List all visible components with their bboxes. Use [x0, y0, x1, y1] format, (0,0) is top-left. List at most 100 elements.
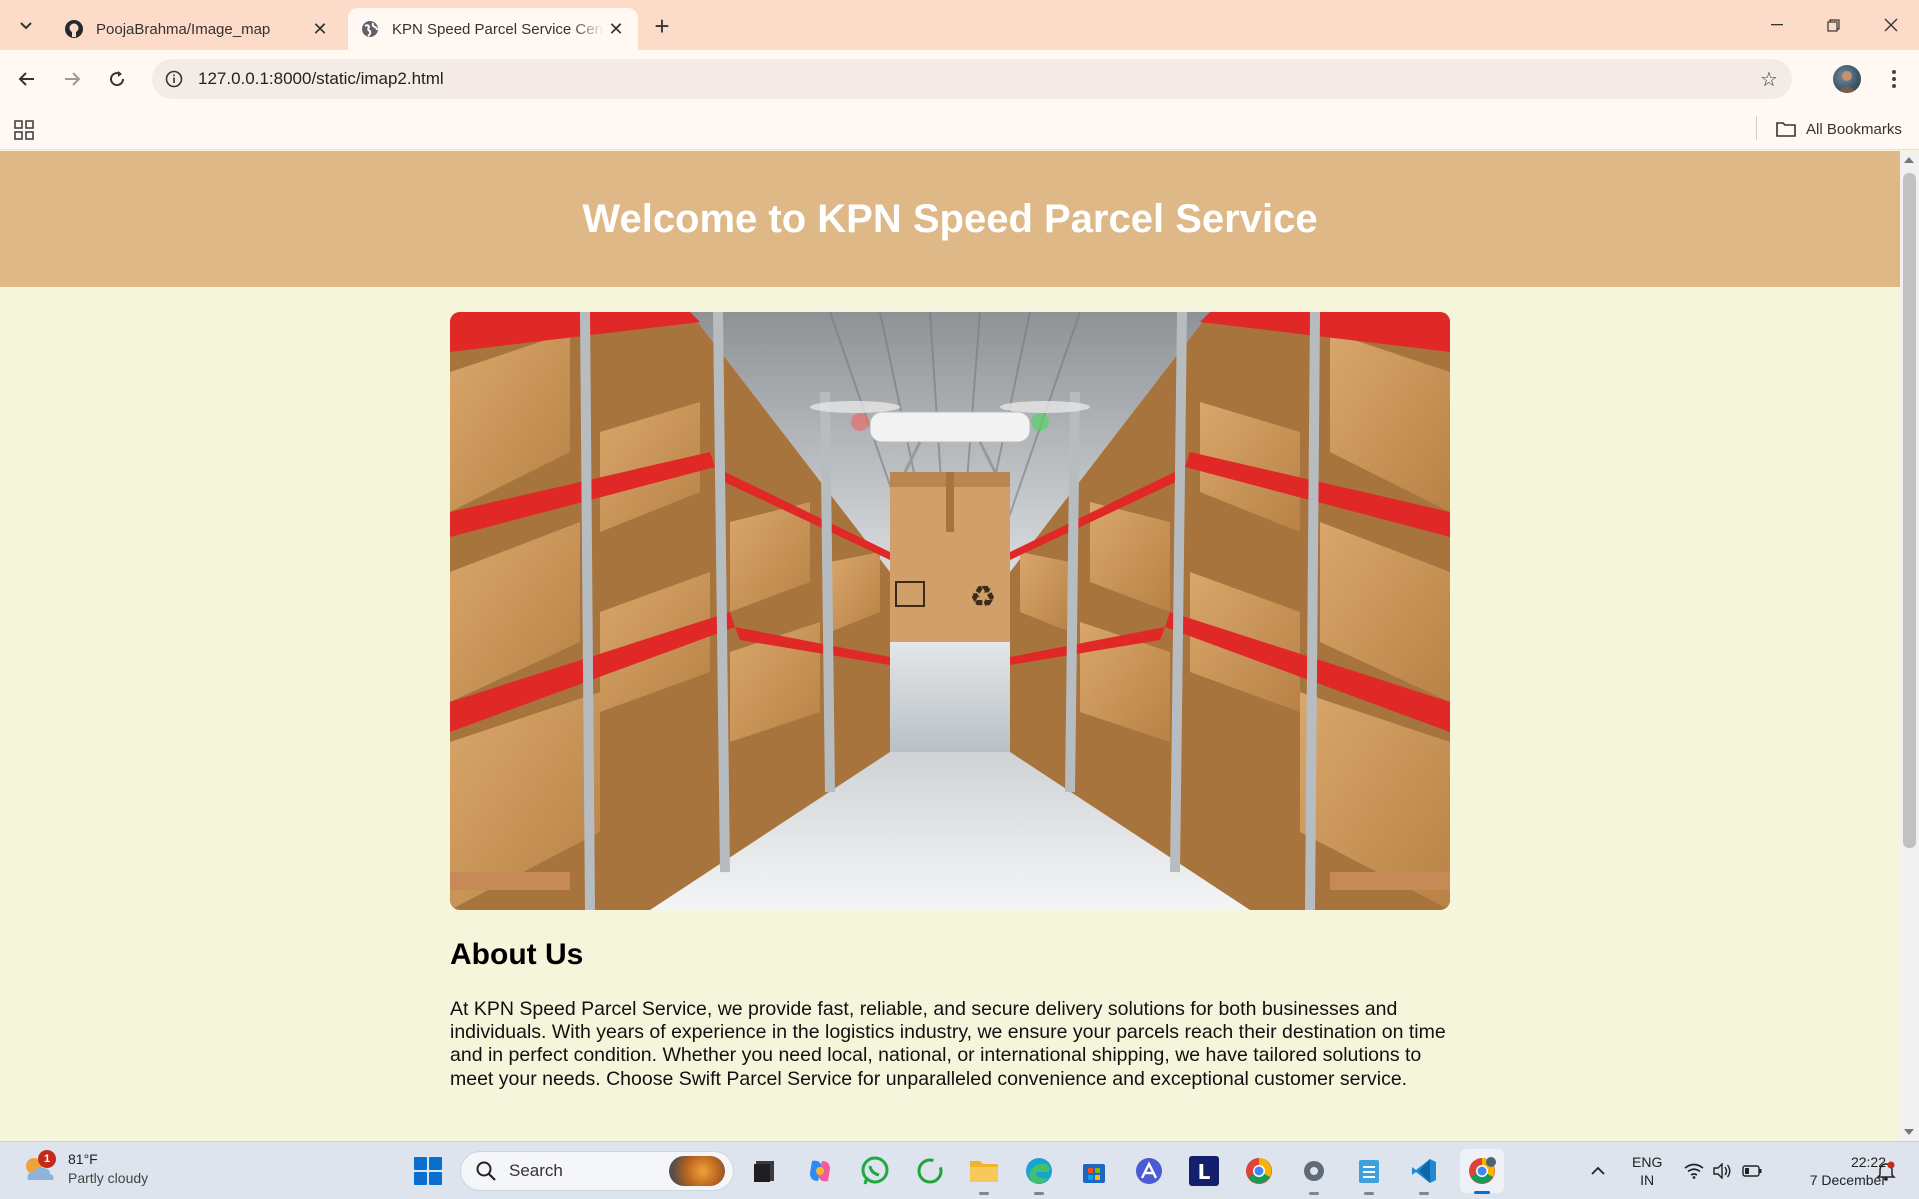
tab-kpn[interactable]: KPN Speed Parcel Service Cente ✕ [348, 8, 638, 50]
site-header: Welcome to KPN Speed Parcel Service [0, 151, 1900, 287]
chevron-up-icon [1591, 1166, 1605, 1175]
wifi-icon [1684, 1163, 1704, 1179]
clock-date: 7 December [1809, 1172, 1886, 1188]
battery-status[interactable] [1742, 1142, 1762, 1199]
tab-github[interactable]: PoojaBrahma/Image_map ✕ [52, 8, 342, 50]
about-paragraph: At KPN Speed Parcel Service, we provide … [450, 998, 1446, 1090]
browser-toolbar: 127.0.0.1:8000/static/imap2.html ☆ [0, 50, 1919, 108]
tray-overflow-button[interactable] [1590, 1142, 1606, 1199]
tab-search-button[interactable] [12, 11, 40, 39]
browser-menu-button[interactable] [1880, 64, 1908, 94]
restore-icon [1826, 18, 1840, 32]
new-tab-button[interactable]: + [648, 11, 676, 41]
profile-photo-icon [1837, 71, 1857, 93]
active-indicator [1474, 1191, 1490, 1194]
clock-time: 22:22 [1850, 1154, 1886, 1170]
feather-app-icon[interactable] [1133, 1155, 1165, 1187]
copilot-icon[interactable] [804, 1155, 836, 1187]
settings-icon[interactable] [1298, 1155, 1330, 1195]
l-app-icon[interactable]: L [1188, 1155, 1220, 1187]
page-viewport: Welcome to KPN Speed Parcel Service ♻ Ab… [0, 151, 1900, 1141]
weather-widget[interactable]: 1 81°F Partly cloudy [22, 1150, 148, 1188]
forward-button[interactable] [56, 63, 88, 95]
kebab-menu-icon [1892, 70, 1896, 88]
reload-icon [110, 71, 125, 87]
all-bookmarks-button[interactable]: All Bookmarks [1776, 116, 1902, 142]
close-window-button[interactable] [1863, 0, 1919, 50]
bookmarks-bar: All Bookmarks [0, 108, 1919, 150]
language-indicator[interactable]: ENG IN [1632, 1153, 1662, 1189]
arrow-right-icon [65, 72, 81, 86]
tab-title: KPN Speed Parcel Service Cente [392, 20, 604, 38]
svg-text:L: L [1198, 1160, 1211, 1184]
hero-image[interactable]: ♻ [450, 312, 1450, 910]
profile-avatar[interactable] [1833, 65, 1861, 93]
scroll-up-icon[interactable] [1904, 157, 1914, 163]
page-title: Welcome to KPN Speed Parcel Service [582, 196, 1318, 241]
back-button[interactable] [11, 63, 43, 95]
windows-logo-pane [414, 1157, 427, 1170]
globe-icon [360, 19, 380, 39]
store-icon[interactable] [1078, 1155, 1110, 1187]
folder-icon [1776, 122, 1796, 137]
close-icon[interactable]: ✕ [604, 17, 628, 41]
bookmarks-divider [1756, 116, 1757, 140]
minimize-icon [1771, 24, 1783, 26]
search-placeholder: Search [509, 1161, 563, 1180]
running-indicator [1309, 1192, 1319, 1195]
close-icon[interactable]: ✕ [308, 17, 332, 41]
network-status[interactable] [1684, 1142, 1704, 1199]
weather-temp: 81°F [68, 1151, 98, 1167]
main-content: ♻ About Us At KPN Speed Parcel Service, … [450, 312, 1450, 1091]
close-icon [1884, 18, 1898, 32]
arrow-left-icon [18, 72, 34, 86]
running-indicator [1034, 1192, 1044, 1195]
notepad-icon[interactable] [1353, 1155, 1385, 1195]
scroll-down-icon[interactable] [1904, 1129, 1914, 1135]
warehouse-image: ♻ [450, 312, 1450, 910]
speaker-icon [1713, 1163, 1731, 1179]
windows-taskbar: 1 81°F Partly cloudy Search L ENG IN 22:… [0, 1141, 1919, 1199]
chrome-icon[interactable] [1243, 1155, 1275, 1187]
search-highlight-image [669, 1156, 725, 1186]
apps-grid-icon[interactable] [14, 120, 34, 140]
minimize-button[interactable] [1749, 0, 1805, 50]
windows-logo-pane [414, 1172, 427, 1185]
tab-title: PoojaBrahma/Image_map [96, 20, 271, 38]
file-explorer-icon[interactable] [748, 1155, 780, 1187]
whatsapp-icon[interactable] [859, 1155, 891, 1187]
svg-text:♻: ♻ [970, 580, 997, 615]
language-code: ENG [1632, 1154, 1663, 1170]
windows-logo-pane [429, 1172, 442, 1185]
address-bar[interactable]: 127.0.0.1:8000/static/imap2.html ☆ [152, 59, 1792, 99]
url-text[interactable]: 127.0.0.1:8000/static/imap2.html [198, 69, 444, 89]
running-indicator [1364, 1192, 1374, 1195]
reload-button[interactable] [101, 63, 133, 95]
scrollbar-thumb[interactable] [1903, 173, 1916, 848]
search-icon [476, 1161, 496, 1181]
folder-icon[interactable] [968, 1155, 1000, 1195]
start-button[interactable] [414, 1157, 442, 1185]
weather-badge: 1 [38, 1150, 56, 1168]
github-icon [64, 19, 84, 39]
running-indicator [979, 1192, 989, 1195]
weather-text: 81°F Partly cloudy [68, 1150, 148, 1188]
notifications-button[interactable] [1876, 1142, 1896, 1199]
restore-button[interactable] [1805, 0, 1861, 50]
page-scrollbar[interactable] [1900, 151, 1919, 1141]
edge-icon[interactable] [1023, 1155, 1055, 1195]
refresh-app-icon[interactable] [914, 1155, 946, 1187]
partly-cloudy-icon: 1 [22, 1150, 56, 1184]
battery-icon [1742, 1165, 1762, 1177]
bookmark-star-icon[interactable]: ☆ [1758, 68, 1780, 91]
language-region: IN [1640, 1172, 1655, 1188]
chevron-down-icon [20, 22, 32, 30]
chrome-profile-icon[interactable] [1460, 1149, 1504, 1194]
site-info-icon[interactable] [164, 69, 184, 89]
system-clock[interactable]: 22:22 7 December [1778, 1153, 1886, 1189]
vscode-icon[interactable] [1408, 1155, 1440, 1195]
volume-control[interactable] [1712, 1142, 1732, 1199]
taskbar-search[interactable]: Search [460, 1151, 734, 1191]
weather-condition: Partly cloudy [68, 1170, 149, 1186]
windows-logo-pane [429, 1157, 442, 1170]
